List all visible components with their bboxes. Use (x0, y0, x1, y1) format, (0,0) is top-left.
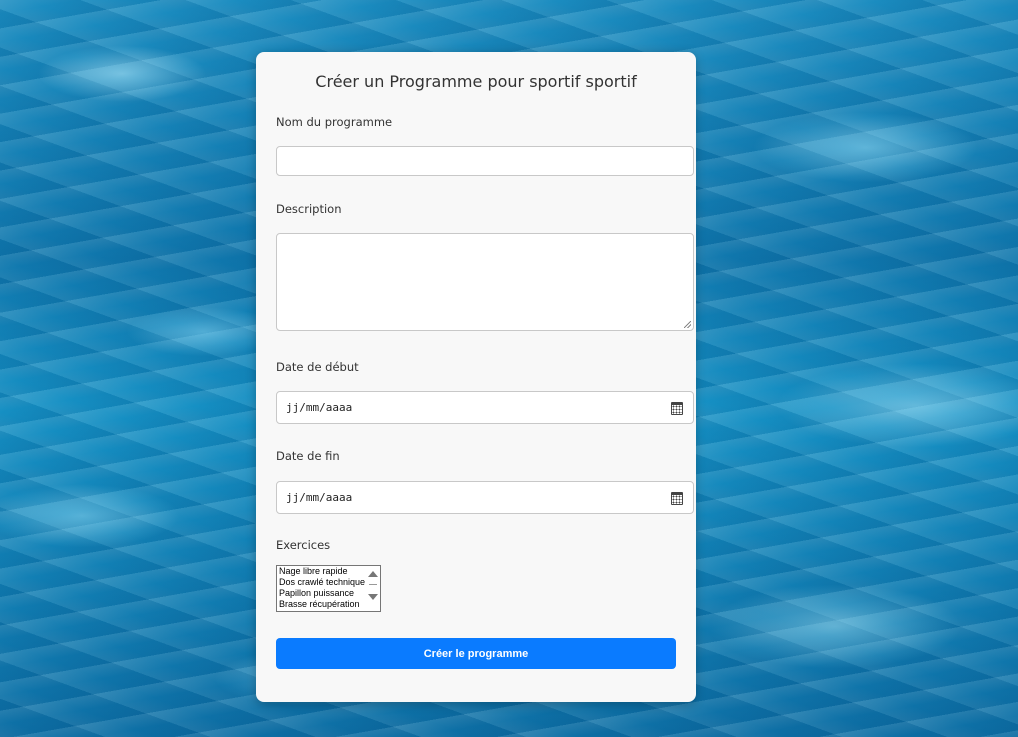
end-date-input[interactable]: jj/mm/aaaa (276, 481, 694, 514)
description-textarea[interactable] (276, 233, 694, 331)
description-label: Description (276, 202, 342, 216)
exercise-option[interactable]: Dos crawlé technique (277, 577, 367, 588)
start-date-label: Date de début (276, 360, 359, 374)
start-date-input[interactable]: jj/mm/aaaa (276, 391, 694, 424)
chevron-up-icon[interactable] (368, 571, 378, 577)
exercises-multiselect[interactable]: Nage libre rapide Dos crawlé technique P… (276, 565, 381, 612)
exercise-option[interactable]: Brasse récupération (277, 599, 367, 610)
end-date-label: Date de fin (276, 449, 340, 463)
calendar-icon[interactable] (671, 492, 683, 505)
exercise-option[interactable]: Nage libre rapide (277, 566, 367, 577)
resize-grip-icon[interactable] (684, 321, 691, 328)
scrollbar-thumb[interactable] (369, 584, 377, 585)
calendar-icon[interactable] (671, 402, 683, 415)
start-date-placeholder: jj/mm/aaaa (286, 401, 353, 414)
end-date-placeholder: jj/mm/aaaa (286, 491, 353, 504)
exercises-label: Exercices (276, 538, 331, 552)
form-title: Créer un Programme pour sportif sportif (315, 72, 637, 91)
exercise-option[interactable]: Papillon puissance (277, 588, 367, 599)
program-name-label: Nom du programme (276, 115, 393, 129)
program-name-input[interactable] (276, 146, 694, 176)
create-program-button[interactable]: Créer le programme (276, 638, 676, 669)
program-form-card: Créer un Programme pour sportif sportif … (256, 52, 696, 702)
chevron-down-icon[interactable] (368, 594, 378, 600)
exercises-scrollbar[interactable] (366, 566, 380, 611)
